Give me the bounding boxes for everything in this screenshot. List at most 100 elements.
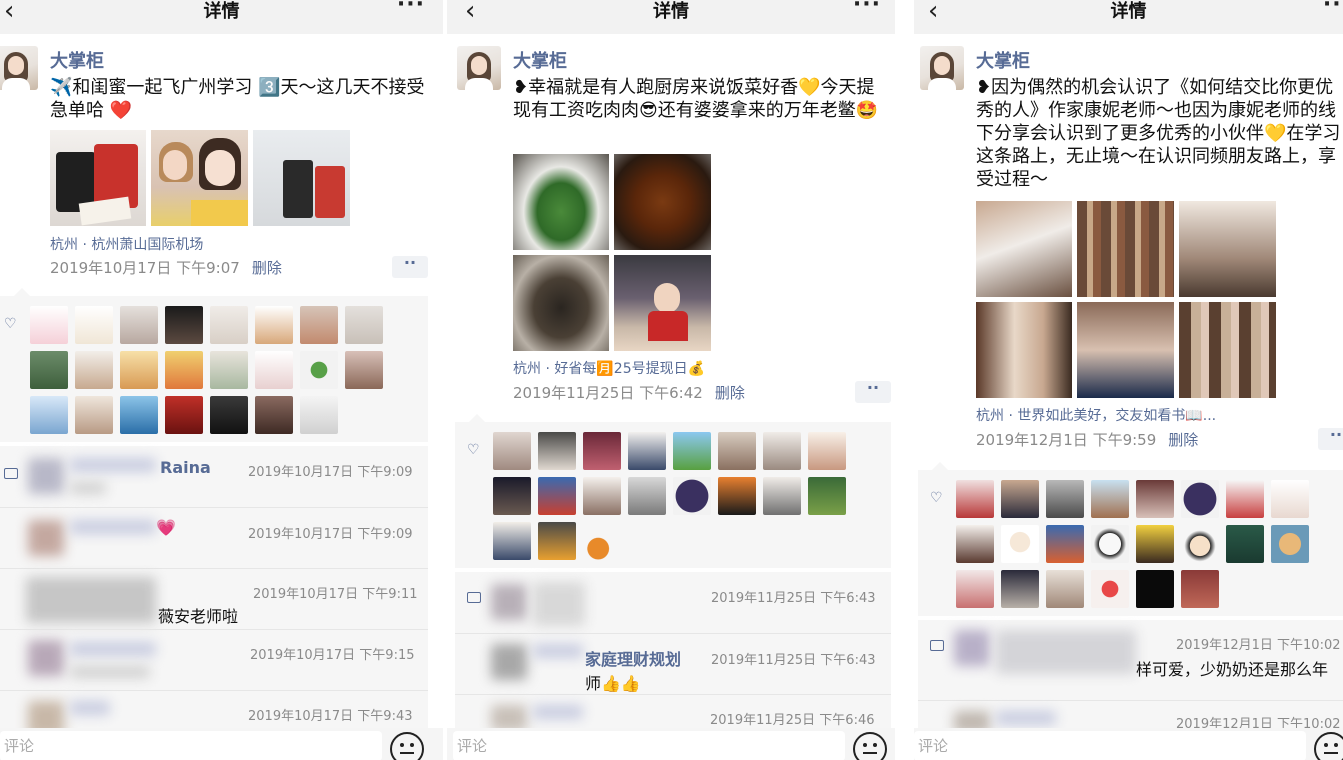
more-actions-button[interactable]: ·· (392, 255, 428, 278)
comment-row[interactable]: 薇安老师啦 2019年10月17日 下午9:11 (0, 568, 428, 629)
post-location[interactable]: 杭州 · 杭州萧山国际机场 (50, 234, 203, 254)
liker-avatar[interactable] (1091, 525, 1129, 563)
liker-avatar[interactable] (30, 351, 68, 389)
post-photo-2[interactable] (1077, 201, 1174, 297)
more-actions-button[interactable]: ·· (855, 380, 891, 403)
comment-input[interactable]: 评论 (0, 731, 382, 760)
liker-avatar[interactable] (1181, 480, 1219, 518)
post-photo-2[interactable] (614, 154, 711, 250)
liker-avatar[interactable] (583, 522, 621, 560)
liker-avatar[interactable] (956, 570, 994, 608)
commenter-name[interactable]: Raina (160, 458, 211, 477)
liker-avatar[interactable] (210, 396, 248, 434)
post-photo-5[interactable] (1077, 302, 1174, 398)
liker-avatar[interactable] (165, 306, 203, 344)
liker-avatar[interactable] (30, 306, 68, 344)
post-photo-2[interactable] (151, 130, 248, 226)
liker-avatar[interactable] (75, 396, 113, 434)
comment-row[interactable]: 2019年10月17日 下午9:15 (0, 629, 428, 690)
liker-avatar[interactable] (120, 351, 158, 389)
comment-input[interactable]: 评论 (914, 731, 1306, 760)
liker-avatar[interactable] (763, 432, 801, 470)
liker-avatar[interactable] (255, 351, 293, 389)
post-photo-1[interactable] (50, 130, 146, 226)
liker-avatar[interactable] (300, 306, 338, 344)
liker-avatar[interactable] (210, 306, 248, 344)
post-location[interactable]: 杭州 · 世界如此美好，交友如看书📖... (976, 405, 1216, 425)
author-name[interactable]: 大掌柜 (976, 47, 1030, 73)
author-name[interactable]: 大掌柜 (513, 47, 567, 73)
post-photo-1[interactable] (513, 154, 609, 250)
liker-avatar[interactable] (1226, 480, 1264, 518)
liker-avatar[interactable] (30, 396, 68, 434)
liker-avatar[interactable] (583, 477, 621, 515)
liker-avatar[interactable] (1136, 570, 1174, 608)
delete-link[interactable]: 删除 (1168, 431, 1198, 449)
liker-avatar[interactable] (1046, 570, 1084, 608)
liker-avatar[interactable] (538, 477, 576, 515)
post-photo-4[interactable] (614, 255, 711, 351)
liker-avatar[interactable] (718, 432, 756, 470)
liker-avatar[interactable] (255, 306, 293, 344)
post-photo-3[interactable] (253, 130, 350, 226)
liker-avatar[interactable] (255, 396, 293, 434)
liker-avatar[interactable] (808, 477, 846, 515)
liker-avatar[interactable] (1001, 570, 1039, 608)
liker-avatar[interactable] (1136, 480, 1174, 518)
liker-avatar[interactable] (1091, 570, 1129, 608)
comment-row[interactable]: 样可爱，少奶奶还是那么年 2019年12月1日 下午10:02 (918, 620, 1343, 681)
liker-avatar[interactable] (718, 477, 756, 515)
more-icon[interactable]: ··· (397, 0, 425, 17)
liker-avatar[interactable] (1136, 525, 1174, 563)
liker-avatar[interactable] (673, 477, 711, 515)
liker-avatar[interactable] (673, 432, 711, 470)
liker-avatar[interactable] (956, 480, 994, 518)
liker-avatar[interactable] (1001, 480, 1039, 518)
liker-avatar[interactable] (1271, 525, 1309, 563)
emoji-icon[interactable] (853, 732, 887, 760)
liker-avatar[interactable] (120, 396, 158, 434)
author-name[interactable]: 大掌柜 (50, 47, 104, 73)
liker-avatar[interactable] (1181, 525, 1219, 563)
post-photo-3[interactable] (1179, 201, 1276, 297)
liker-avatar[interactable] (210, 351, 248, 389)
liker-avatar[interactable] (538, 522, 576, 560)
comment-input[interactable]: 评论 (453, 731, 845, 760)
liker-avatar[interactable] (956, 525, 994, 563)
post-photo-4[interactable] (976, 302, 1072, 398)
emoji-icon[interactable] (1314, 732, 1343, 760)
liker-avatar[interactable] (165, 351, 203, 389)
emoji-icon[interactable] (390, 732, 424, 760)
liker-avatar[interactable] (1046, 525, 1084, 563)
liker-avatar[interactable] (300, 351, 338, 389)
liker-avatar[interactable] (300, 396, 338, 434)
liker-avatar[interactable] (1046, 480, 1084, 518)
liker-avatar[interactable] (493, 477, 531, 515)
post-location[interactable]: 杭州 · 好省每🈷️25号提现日💰 (513, 358, 705, 378)
liker-avatar[interactable] (75, 306, 113, 344)
post-photo-3[interactable] (513, 255, 609, 351)
liker-avatar[interactable] (345, 351, 383, 389)
more-icon[interactable]: ··· (853, 0, 881, 17)
more-actions-button[interactable]: ·· (1318, 427, 1343, 450)
comment-row[interactable]: Raina 2019年10月17日 下午9:09 (0, 446, 428, 507)
liker-avatar[interactable] (165, 396, 203, 434)
avatar[interactable] (920, 46, 964, 90)
liker-avatar[interactable] (1001, 525, 1039, 563)
liker-avatar[interactable] (538, 432, 576, 470)
post-photo-6[interactable] (1179, 302, 1276, 398)
liker-avatar[interactable] (808, 432, 846, 470)
liker-avatar[interactable] (1271, 480, 1309, 518)
avatar[interactable] (457, 46, 501, 90)
comment-row[interactable]: 2019年11月25日 下午6:43 (455, 572, 891, 633)
liker-avatar[interactable] (493, 522, 531, 560)
liker-avatar[interactable] (1091, 480, 1129, 518)
comment-row[interactable]: 💗 2019年10月17日 下午9:09 (0, 507, 428, 568)
liker-avatar[interactable] (628, 477, 666, 515)
liker-avatar[interactable] (1181, 570, 1219, 608)
liker-avatar[interactable] (628, 432, 666, 470)
liker-avatar[interactable] (120, 306, 158, 344)
liker-avatar[interactable] (493, 432, 531, 470)
liker-avatar[interactable] (763, 477, 801, 515)
post-photo-1[interactable] (976, 201, 1072, 297)
